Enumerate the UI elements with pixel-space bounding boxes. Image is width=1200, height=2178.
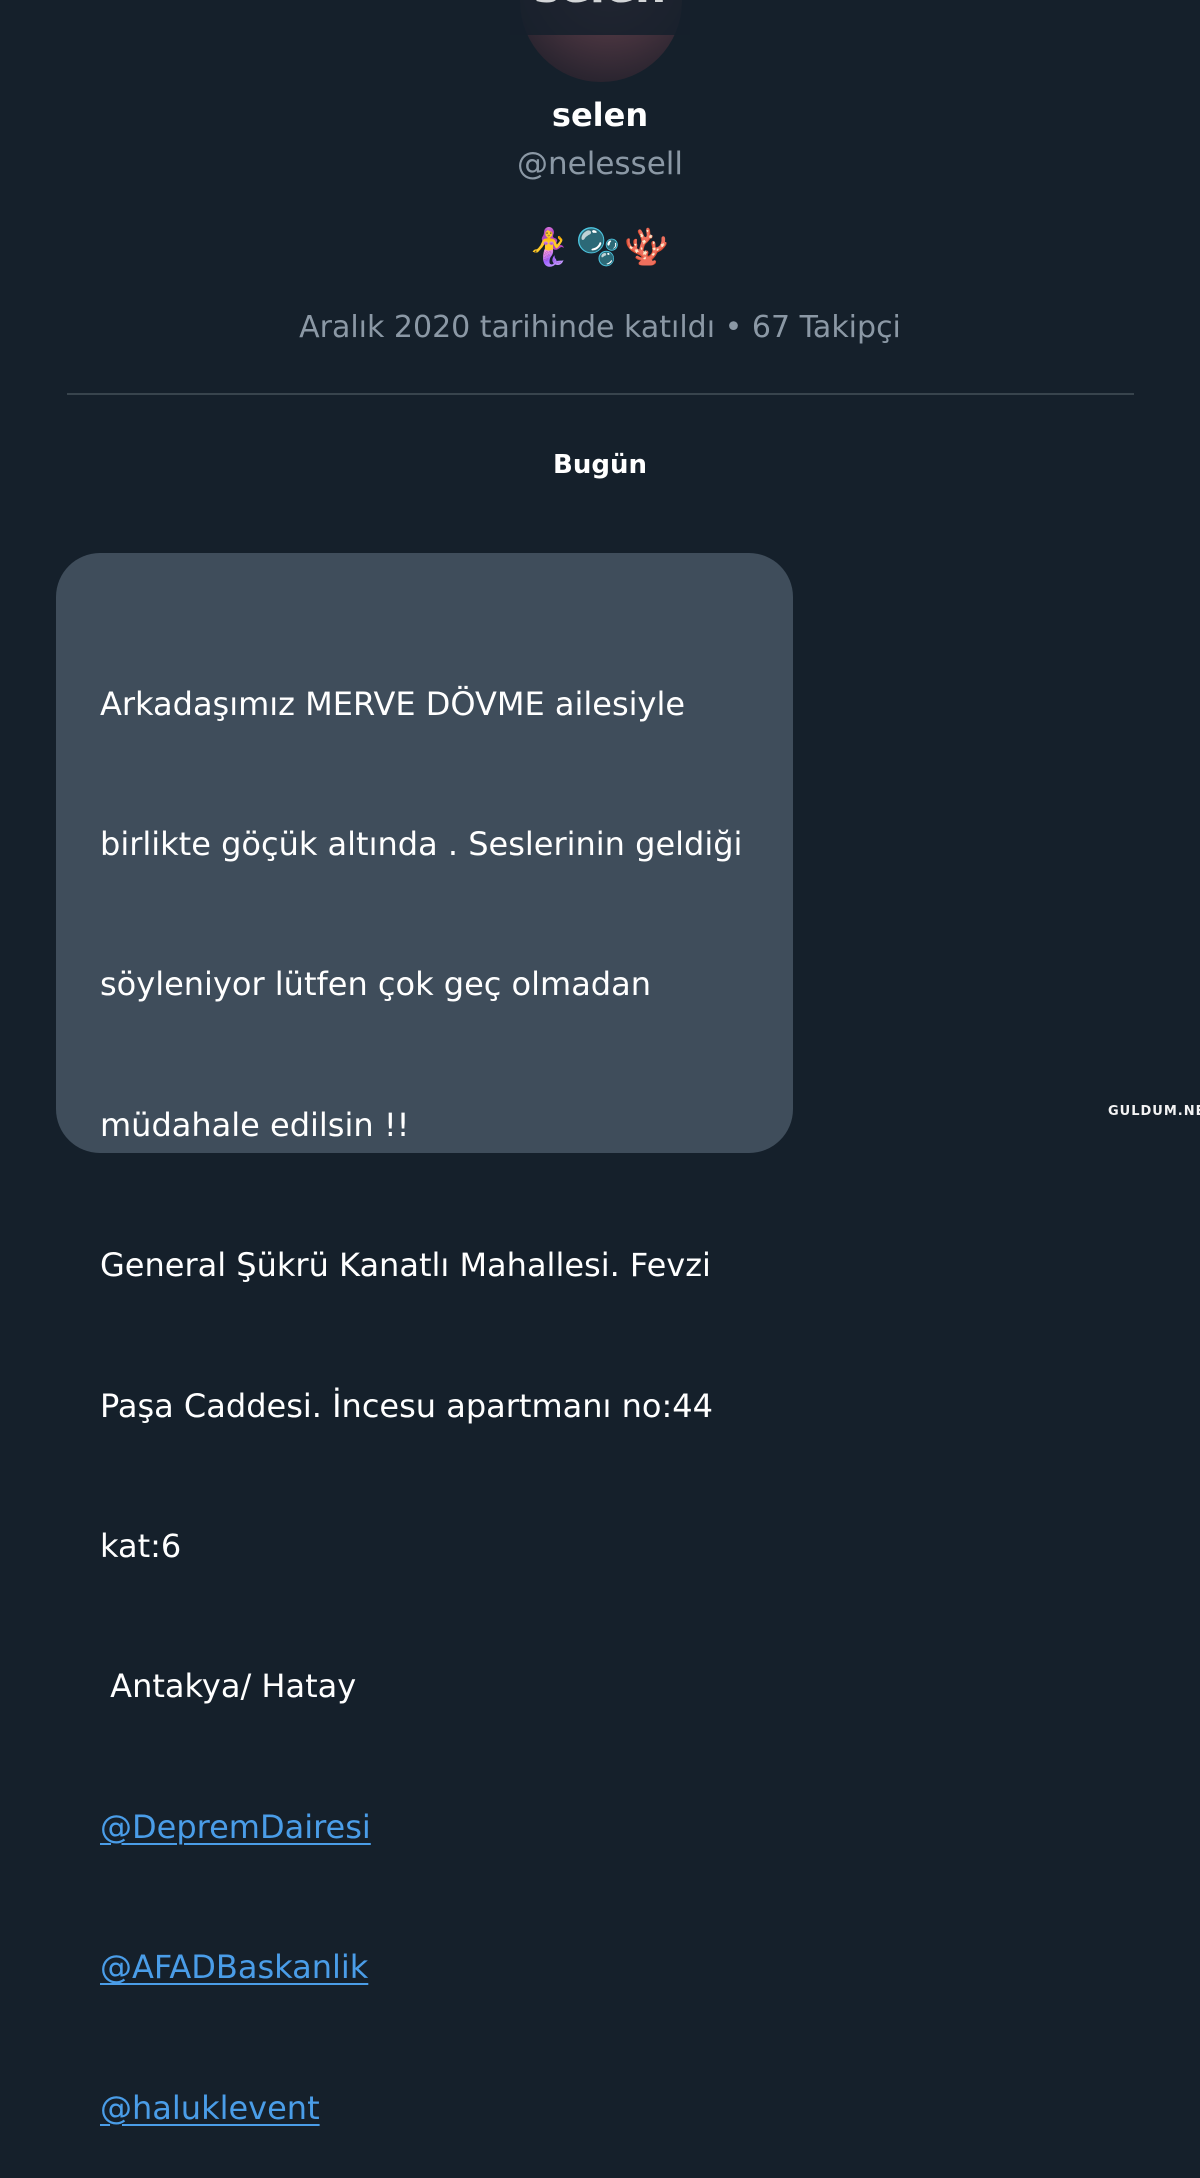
message-line: söyleniyor lütfen çok geç olmadan bbox=[100, 965, 651, 1004]
message-line: Antakya/ Hatay bbox=[100, 1667, 357, 1706]
message-text: Arkadaşımız MERVE DÖVME ailesiyle birlik… bbox=[100, 587, 780, 2178]
meta-separator: • bbox=[724, 310, 743, 345]
profile-meta: Aralık 2020 tarihinde katıldı • 67 Takip… bbox=[200, 310, 1000, 345]
message-line: Paşa Caddesi. İncesu apartmanı no:44 bbox=[100, 1386, 713, 1425]
message-line: Arkadaşımız MERVE DÖVME ailesiyle bbox=[100, 684, 686, 723]
message-line: birlikte göçük altında . Seslerinin geld… bbox=[100, 824, 743, 863]
header-name-partial: selen bbox=[500, 0, 700, 13]
profile-bio-emojis: 🧜‍♀️🫧🪸 bbox=[526, 227, 674, 268]
section-divider bbox=[67, 393, 1134, 395]
profile-display-name[interactable]: selen bbox=[400, 96, 800, 134]
message-line: kat:6 bbox=[100, 1526, 182, 1565]
day-separator-label: Bugün bbox=[553, 450, 647, 480]
profile-handle[interactable]: @nelessell bbox=[400, 146, 800, 182]
mention-link-depremdairesi[interactable]: @DepremDairesi bbox=[100, 1804, 780, 1851]
mention-link-afadbaskanlik[interactable]: @AFADBaskanlik bbox=[100, 1944, 780, 1991]
mention-link-haluklevent[interactable]: @haluklevent bbox=[100, 2085, 780, 2132]
followers-count[interactable]: 67 Takipçi bbox=[752, 310, 901, 345]
message-line: müdahale edilsin !! bbox=[100, 1105, 410, 1144]
message-line: General Şükrü Kanatlı Mahallesi. Fevzi bbox=[100, 1246, 711, 1285]
joined-date: Aralık 2020 tarihinde katıldı bbox=[299, 310, 716, 345]
watermark: GULDUM.NET bbox=[1108, 1104, 1200, 1119]
